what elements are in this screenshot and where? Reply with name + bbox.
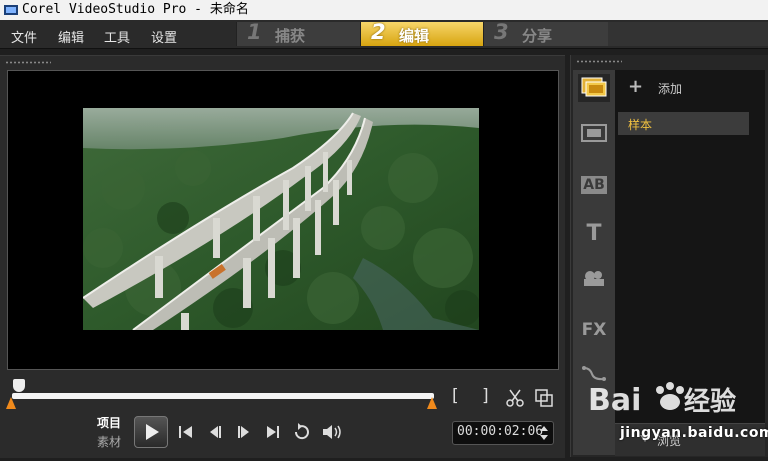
video-frame [83,108,479,330]
add-label: 添加 [658,82,683,96]
menu-file[interactable]: 文件 [11,27,37,46]
window-title: Corel VideoStudio Pro - 未命名 [22,2,249,17]
menu-settings[interactable]: 设置 [151,27,177,46]
tab-instant-project[interactable] [578,122,610,150]
timecode-spinner-icon[interactable] [538,423,550,443]
tab-edit[interactable]: 2 编辑 [360,20,483,46]
volume-icon[interactable] [321,422,343,442]
step-label: 编辑 [399,27,430,45]
transition-icon: AB [581,176,607,194]
menu-tools[interactable]: 工具 [104,27,130,46]
tab-transition[interactable]: AB [578,170,610,198]
tab-capture[interactable]: 1 捕获 [236,20,360,46]
plus-icon: + [628,76,644,97]
timeline-scrubber[interactable] [12,393,434,399]
menu-edit[interactable]: 编辑 [58,27,84,46]
mark-out-button[interactable]: ] [482,386,489,406]
go-to-start-icon[interactable] [177,423,195,441]
mode-clip[interactable]: 素材 [97,433,121,450]
trim-start-handle[interactable] [6,397,16,409]
enlarge-icon[interactable] [534,388,554,408]
playhead[interactable] [13,379,25,392]
folder-label: 样本 [628,118,653,132]
menubar-filler [608,22,768,46]
media-library-icon [581,77,607,97]
add-folder-button[interactable]: + 添加 [628,76,748,98]
video-thumbnail [83,108,479,330]
tab-title[interactable]: T [578,220,610,248]
svg-text:经验: 经验 [684,386,736,417]
trim-end-handle[interactable] [427,397,437,409]
mode-project[interactable]: 项目 [97,414,121,431]
panel-grip[interactable] [5,61,51,64]
step-number: 2 [371,20,386,44]
repeat-icon[interactable] [292,422,312,442]
tab-graphic[interactable] [578,267,610,295]
baidu-watermark-logo: Bai 经验 [588,382,736,418]
step-label: 分享 [522,27,553,45]
timecode-value: 00:00:02:06 [457,424,544,439]
play-button[interactable] [134,416,168,448]
title-bar: Corel VideoStudio Pro - 未命名 [0,0,768,20]
tab-share[interactable]: 3 分享 [483,20,608,46]
app-icon [4,5,18,15]
mark-in-button[interactable]: [ [452,386,459,406]
graphic-icon [584,271,604,286]
go-to-end-icon[interactable] [264,423,282,441]
tab-filter[interactable]: FX [578,316,610,344]
watermark-text: jingyan.baidu.com [620,425,768,441]
tab-media[interactable] [578,74,610,102]
step-number: 3 [494,20,509,44]
previous-frame-icon[interactable] [206,423,224,441]
film-strip-icon [581,124,607,142]
scissors-icon[interactable] [505,388,525,408]
step-number: 1 [247,20,262,44]
next-frame-icon[interactable] [235,423,253,441]
step-label: 捕获 [275,27,306,45]
folder-item[interactable]: 样本 [618,112,749,135]
svg-text:Bai: Bai [588,383,641,418]
panel-grip[interactable] [576,60,622,63]
